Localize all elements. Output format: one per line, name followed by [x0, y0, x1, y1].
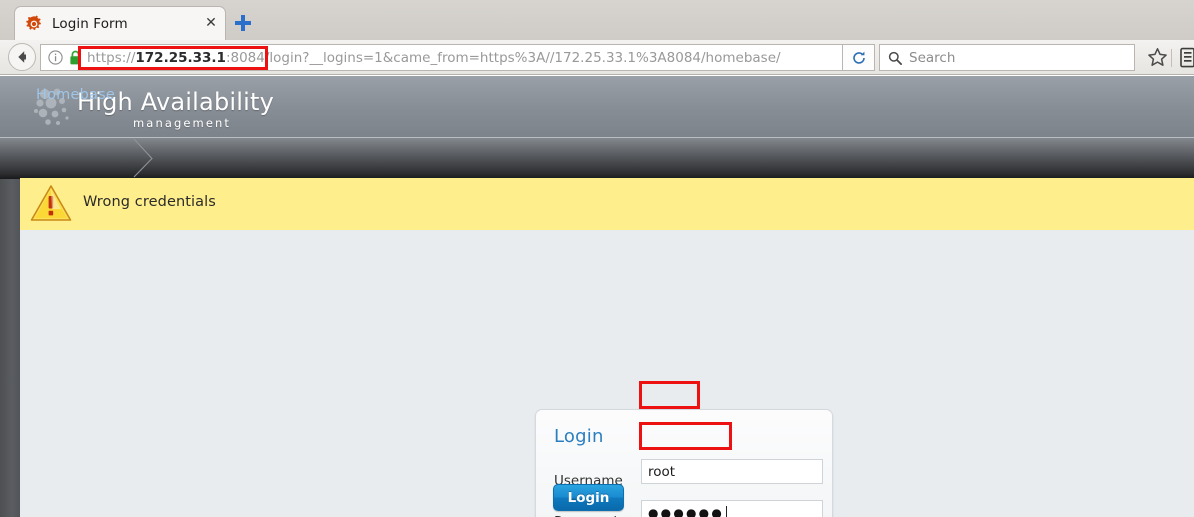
star-icon[interactable]	[1147, 47, 1169, 69]
page-content: High Availability management Homebase Wr…	[0, 76, 1194, 517]
browser-window: Login Form ✕ https://172.25.33.1:8084/lo…	[0, 0, 1194, 517]
toolbar-divider	[1171, 49, 1172, 67]
search-input-placeholder: Search	[909, 49, 956, 66]
search-bar[interactable]: Search	[879, 44, 1135, 71]
url-scheme: https://	[87, 49, 136, 66]
alert-message: Wrong credentials	[83, 194, 216, 210]
gear-icon	[25, 14, 43, 33]
alert-banner: Wrong credentials	[20, 178, 1194, 230]
address-bar[interactable]: https://172.25.33.1:8084/login?__logins=…	[40, 44, 843, 71]
url-path: /login?__logins=1&came_from=https%3A//17…	[264, 49, 781, 66]
password-input[interactable]: ●●●●●●	[641, 500, 823, 517]
close-icon[interactable]: ✕	[203, 15, 219, 32]
warning-triangle-icon	[30, 184, 72, 222]
url-host: 172.25.33.1	[135, 49, 226, 66]
text-cursor	[726, 505, 728, 517]
breadcrumb-homebase[interactable]: Homebase	[36, 87, 115, 103]
app-navbar	[0, 137, 1194, 179]
password-masked-value: ●●●●●●	[648, 505, 725, 517]
browser-tab-login-form[interactable]: Login Form ✕	[14, 6, 226, 40]
tab-strip: Login Form ✕	[0, 0, 1194, 41]
url-port: :8084	[225, 49, 265, 66]
back-arrow-icon[interactable]	[8, 43, 36, 71]
username-input[interactable]: root	[641, 459, 823, 484]
login-submit-button[interactable]: Login	[553, 484, 624, 511]
green-padlock-icon[interactable]	[67, 49, 83, 66]
app-subtitle: management	[133, 116, 232, 130]
url-text: https://172.25.33.1:8084/login?__logins=…	[87, 50, 781, 66]
chevron-right-icon	[130, 137, 162, 178]
tab-title: Login Form	[52, 15, 128, 32]
search-icon	[887, 50, 902, 65]
reload-icon[interactable]	[843, 44, 875, 71]
browser-toolbar: https://172.25.33.1:8084/login?__logins=…	[0, 40, 1194, 75]
app-header: High Availability management	[0, 76, 1194, 137]
login-heading: Login	[554, 426, 604, 447]
library-icon[interactable]	[1178, 47, 1194, 69]
new-tab-button[interactable]	[232, 12, 254, 34]
info-circle-icon[interactable]	[47, 49, 64, 66]
